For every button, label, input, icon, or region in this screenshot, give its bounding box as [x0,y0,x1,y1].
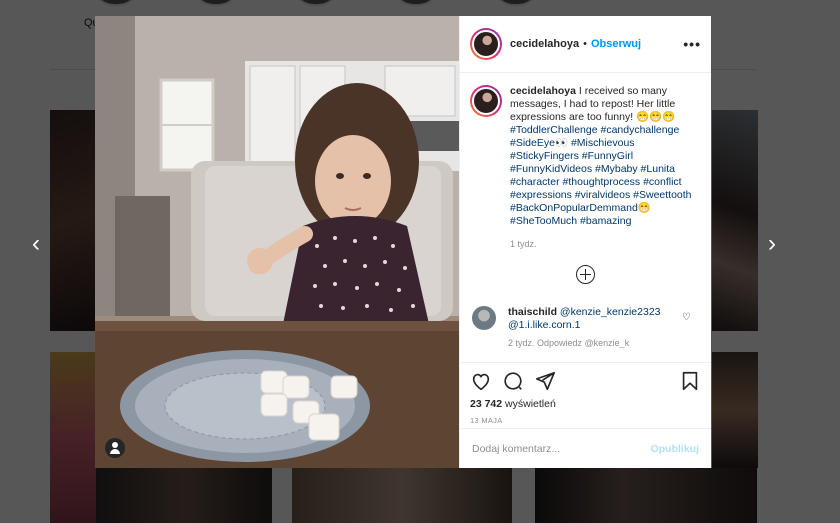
caption-body: cecidelahoya I received so many messages… [510,85,701,251]
caption-hashtags[interactable]: #ToddlerChallenge #candychallenge #SideE… [510,124,692,227]
like-comment-icon[interactable]: ♡ [682,312,691,323]
commenter-username[interactable]: thaischild [508,306,557,318]
caption-author-avatar[interactable] [470,85,502,117]
comment-meta: 2 tydz. Odpowiedz @kenzie_k [508,338,630,348]
comment-body: thaischild @kenzie_kenzie2323 @1.i.like.… [508,306,668,332]
author-avatar[interactable] [470,28,502,60]
comment-input[interactable] [472,442,651,455]
follow-button[interactable]: Obserwuj [591,38,641,50]
caption: cecidelahoya I received so many messages… [470,85,701,251]
comments-list[interactable]: cecidelahoya I received so many messages… [460,73,711,362]
next-post-button[interactable]: › [760,232,784,256]
comment-item: thaischild @kenzie_kenzie2323 @1.i.like.… [470,306,701,332]
save-bookmark-icon[interactable] [679,370,701,392]
post-header: cecidelahoya • Obserwuj ••• [460,16,711,73]
caption-time: 1 tydz. [510,239,537,249]
previous-post-button[interactable]: ‹ [24,232,48,256]
post-video[interactable] [95,16,459,468]
author-username[interactable]: cecidelahoya [510,38,579,50]
view-count[interactable]: 23 742 wyświetleń [470,398,701,410]
publish-button[interactable]: Opublikuj [651,443,699,455]
commenter-avatar[interactable] [472,306,496,330]
load-more-comments-icon[interactable] [576,265,595,284]
share-paper-plane-icon[interactable] [534,370,556,392]
post-image [95,16,459,468]
tagged-users-icon[interactable] [105,438,125,458]
add-comment-bar: Opublikuj [460,428,711,468]
post-details-panel: cecidelahoya • Obserwuj ••• cecidelahoya… [459,16,711,468]
post-date: 13 maja [470,416,503,425]
separator-dot: • [583,38,587,50]
comment-bubble-icon[interactable] [502,370,524,392]
caption-username[interactable]: cecidelahoya [510,85,576,97]
like-heart-icon[interactable] [470,370,492,392]
more-options-icon[interactable]: ••• [683,36,701,52]
